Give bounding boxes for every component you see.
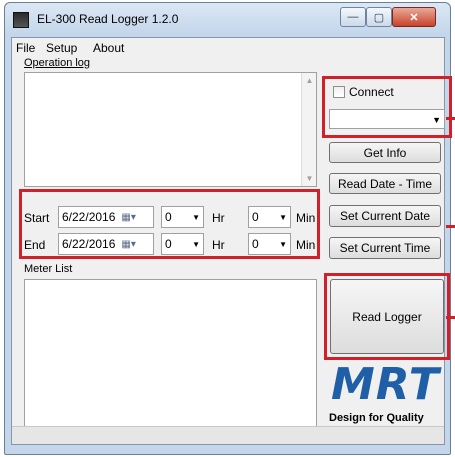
callout-line-connect <box>446 117 455 120</box>
scroll-down-icon[interactable]: ▼ <box>302 174 317 183</box>
menu-about[interactable]: About <box>93 41 124 55</box>
status-bar <box>12 426 444 444</box>
menu-file[interactable]: File <box>16 41 35 55</box>
title-bar[interactable]: EL-300 Read Logger 1.2.0 — ▢ ✕ <box>5 3 450 37</box>
minimize-icon: — <box>347 11 359 23</box>
close-icon: ✕ <box>409 11 419 24</box>
logo-tagline: Design for Quality <box>329 412 424 424</box>
logo-name: MRT <box>331 359 440 410</box>
meter-list-label: Meter List <box>24 263 73 275</box>
maximize-button[interactable]: ▢ <box>366 7 392 27</box>
client-area: File Setup About Operation log ▲ ▼ Conne… <box>11 37 452 445</box>
meter-list-box[interactable] <box>24 279 317 428</box>
highlight-connect <box>322 76 452 138</box>
operation-log-label: Operation log <box>24 57 91 69</box>
window-title: EL-300 Read Logger 1.2.0 <box>37 12 179 26</box>
app-icon <box>13 12 29 28</box>
minimize-button[interactable]: — <box>340 7 366 27</box>
operation-log-textarea[interactable]: ▲ ▼ <box>24 72 317 187</box>
scroll-up-icon[interactable]: ▲ <box>302 76 317 85</box>
close-button[interactable]: ✕ <box>392 7 436 27</box>
set-current-date-button[interactable]: Set Current Date <box>329 205 441 227</box>
read-date-time-button[interactable]: Read Date - Time <box>329 173 441 194</box>
callout-line-read-logger <box>446 316 455 319</box>
highlight-date-range <box>19 189 320 259</box>
operation-log-scrollbar[interactable]: ▲ ▼ <box>301 73 316 186</box>
callout-line-set-time <box>446 225 455 228</box>
get-info-button[interactable]: Get Info <box>329 142 441 163</box>
app-window: EL-300 Read Logger 1.2.0 — ▢ ✕ File Setu… <box>4 2 452 455</box>
mrt-logo: MRT Design for Quality <box>327 359 447 429</box>
set-current-time-button[interactable]: Set Current Time <box>329 237 441 259</box>
menu-bar: File Setup About <box>12 38 444 57</box>
highlight-read-logger <box>324 273 450 360</box>
maximize-icon: ▢ <box>373 11 385 24</box>
menu-setup[interactable]: Setup <box>46 41 77 55</box>
